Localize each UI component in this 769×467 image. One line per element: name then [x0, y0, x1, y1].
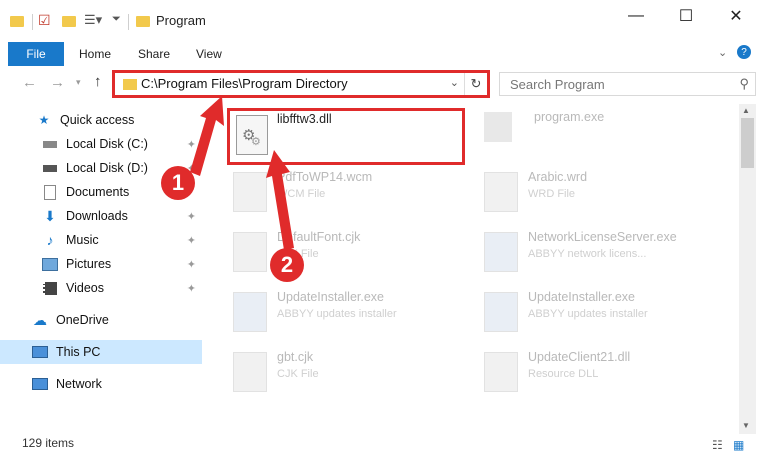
annotation-arrows — [190, 96, 294, 250]
arrow-2 — [266, 150, 294, 250]
step-2-badge: 2 — [270, 248, 304, 282]
arrow-1 — [190, 96, 224, 176]
step-1-badge: 1 — [161, 166, 195, 200]
